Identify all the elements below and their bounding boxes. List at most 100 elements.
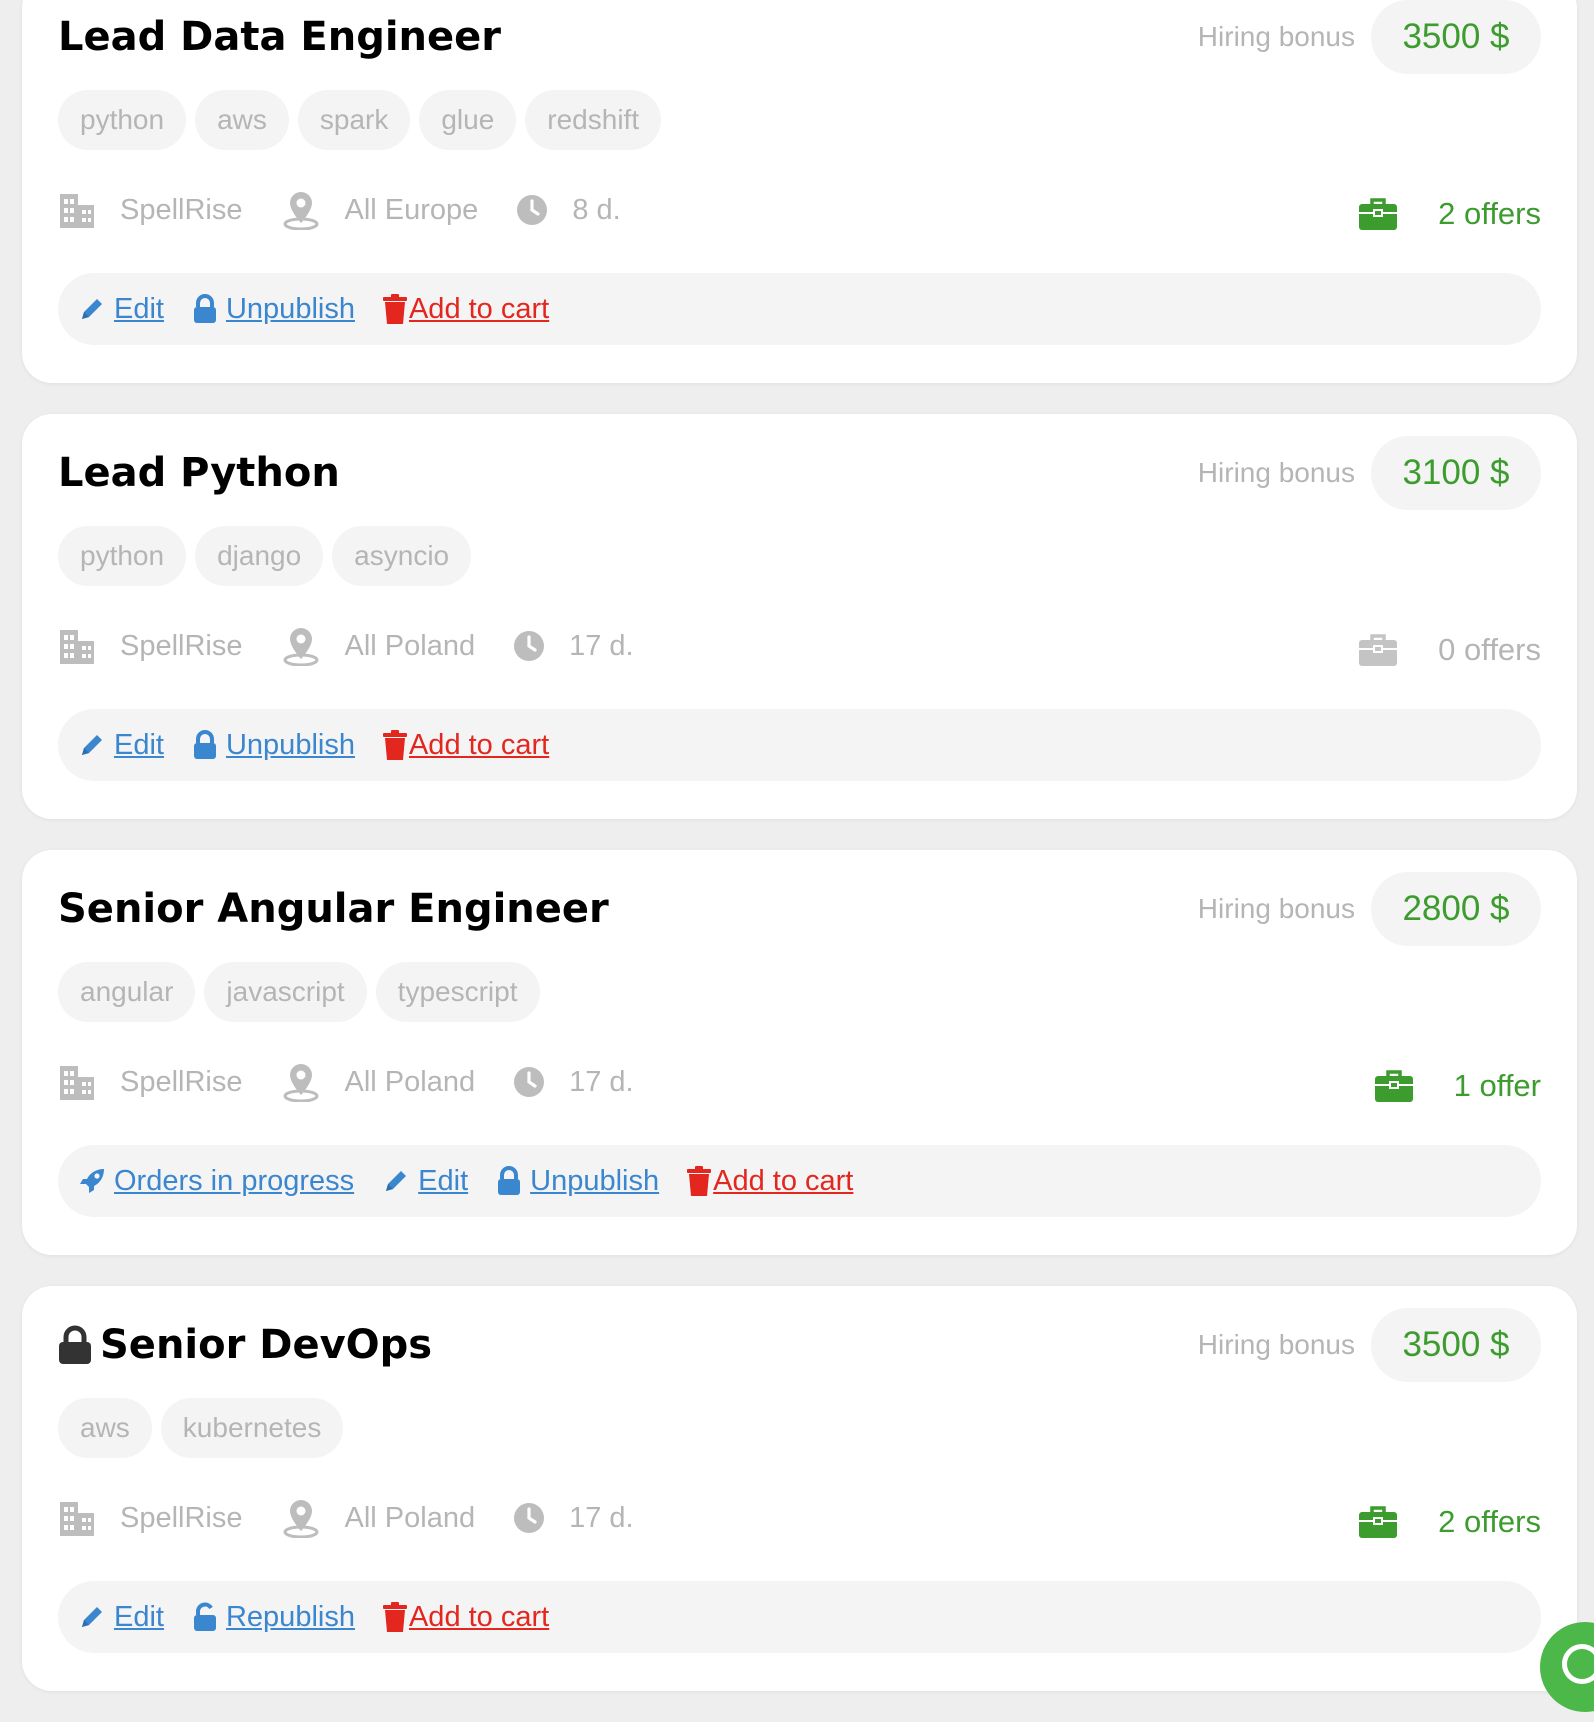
building-icon [58, 1499, 108, 1537]
trash-icon [687, 1166, 712, 1196]
offers-count[interactable]: 2 offers [1358, 196, 1541, 232]
republish-link[interactable]: Republish [192, 1601, 355, 1634]
job-meta: SpellRise All Poland 17 d. [58, 1062, 672, 1102]
map-pin-icon [281, 1062, 333, 1102]
job-title-text[interactable]: Lead Data Engineer [58, 14, 501, 60]
chat-icon [1562, 1644, 1594, 1684]
job-title[interactable]: Senior Angular Engineer [58, 886, 609, 932]
building-icon [58, 1063, 108, 1101]
edit-link[interactable]: Edit [78, 1601, 164, 1634]
briefcase-icon [1374, 1069, 1434, 1103]
offers-count[interactable]: 1 offer [1374, 1068, 1541, 1104]
company-name: SpellRise [120, 1065, 243, 1098]
unpublish-label[interactable]: Unpublish [226, 293, 355, 326]
edit-link[interactable]: Edit [382, 1165, 468, 1198]
lock-icon [496, 1166, 522, 1196]
location: All Poland [281, 1062, 476, 1102]
job-card: Lead Data Engineer Hiring bonus 3500 $ pyth… [22, 0, 1577, 383]
orders-in-progress-link[interactable]: Orders in progress [78, 1165, 354, 1198]
hiring-bonus: Hiring bonus 3500 $ [1198, 0, 1541, 74]
edit-link[interactable]: Edit [78, 293, 164, 326]
job-title-text[interactable]: Senior DevOps [100, 1322, 432, 1368]
edit-link[interactable]: Edit [78, 729, 164, 762]
pencil-icon [78, 1603, 106, 1631]
hiring-bonus-label: Hiring bonus [1197, 893, 1355, 924]
job-actions-bar: Orders in progress Edit Unpublish Add to ca… [58, 1145, 1541, 1217]
unpublish-label[interactable]: Unpublish [226, 729, 355, 762]
company: SpellRise [58, 1499, 243, 1537]
job-title[interactable]: Lead Data Engineer [58, 14, 501, 60]
job-meta: SpellRise All Poland 17 d. [58, 626, 672, 666]
hiring-bonus: Hiring bonus 3500 $ [1198, 1308, 1541, 1382]
briefcase-icon [1358, 197, 1418, 231]
skill-tag: kubernetes [160, 1398, 344, 1458]
job-title[interactable]: Lead Python [58, 450, 340, 496]
unpublish-link[interactable]: Unpublish [192, 729, 355, 762]
clock-icon [513, 1066, 557, 1098]
hiring-bonus-label: Hiring bonus [1197, 21, 1355, 52]
add-to-cart-link[interactable]: Add to cart [382, 1601, 549, 1634]
skill-tag: python [58, 526, 187, 586]
hiring-bonus-amount: 3100 $ [1371, 436, 1541, 510]
posted-age: 17 d. [513, 630, 634, 663]
posted-age: 17 d. [513, 1502, 634, 1535]
unlock-icon [192, 1602, 218, 1632]
posted-age-text: 17 d. [569, 1065, 634, 1098]
job-actions-bar: Edit Unpublish Add to cart [58, 273, 1541, 345]
orders-in-progress-label[interactable]: Orders in progress [114, 1165, 354, 1198]
building-icon [58, 627, 108, 665]
add-to-cart-label[interactable]: Add to cart [409, 1601, 549, 1634]
add-to-cart-label[interactable]: Add to cart [713, 1165, 853, 1198]
hiring-bonus: Hiring bonus 3100 $ [1198, 436, 1541, 510]
unpublish-link[interactable]: Unpublish [496, 1165, 659, 1198]
hiring-bonus-label: Hiring bonus [1197, 457, 1355, 488]
job-title[interactable]: Senior DevOps [58, 1322, 432, 1368]
location-text: All Europe [344, 193, 479, 226]
skill-tag: django [195, 526, 324, 586]
rocket-icon [78, 1167, 106, 1195]
job-title-text[interactable]: Lead Python [58, 450, 340, 496]
add-to-cart-link[interactable]: Add to cart [687, 1165, 853, 1198]
company-name: SpellRise [120, 193, 243, 226]
republish-label[interactable]: Republish [226, 1601, 355, 1634]
location: All Poland [281, 626, 475, 666]
skill-tags: python aws spark glue redshift [58, 90, 670, 150]
offers-text[interactable]: 0 offers [1438, 632, 1541, 668]
location-text: All Poland [344, 1065, 476, 1098]
building-icon [58, 191, 108, 229]
hiring-bonus: Hiring bonus 2800 $ [1198, 872, 1541, 946]
add-to-cart-link[interactable]: Add to cart [382, 729, 549, 762]
skill-tag: angular [58, 962, 196, 1022]
edit-label[interactable]: Edit [114, 729, 164, 762]
briefcase-icon [1358, 633, 1418, 667]
trash-icon [382, 1602, 407, 1632]
pencil-icon [78, 295, 106, 323]
edit-label[interactable]: Edit [418, 1165, 468, 1198]
job-title-text[interactable]: Senior Angular Engineer [58, 886, 609, 932]
job-meta: SpellRise All Europe 8 d. [58, 190, 659, 230]
job-card: Senior Angular Engineer Hiring bonus 2800 … [22, 850, 1577, 1255]
edit-label[interactable]: Edit [114, 293, 164, 326]
add-to-cart-link[interactable]: Add to cart [382, 293, 549, 326]
pencil-icon [78, 731, 106, 759]
posted-age: 17 d. [513, 1066, 634, 1099]
edit-label[interactable]: Edit [114, 1601, 164, 1634]
company-name: SpellRise [120, 1501, 243, 1534]
offers-text[interactable]: 1 offer [1454, 1068, 1541, 1104]
unpublish-label[interactable]: Unpublish [530, 1165, 659, 1198]
posted-age-text: 17 d. [569, 1501, 634, 1534]
location: All Europe [281, 190, 479, 230]
map-pin-icon [281, 626, 333, 666]
offers-text[interactable]: 2 offers [1438, 1504, 1541, 1540]
offers-text[interactable]: 2 offers [1438, 196, 1541, 232]
posted-age-text: 8 d. [572, 193, 621, 226]
unpublish-link[interactable]: Unpublish [192, 293, 355, 326]
company: SpellRise [58, 1063, 243, 1101]
job-list: Lead Data Engineer Hiring bonus 3500 $ pyth… [22, 0, 1577, 1722]
add-to-cart-label[interactable]: Add to cart [409, 729, 549, 762]
lock-icon [58, 1325, 92, 1365]
offers-count[interactable]: 2 offers [1358, 1504, 1541, 1540]
skill-tag: spark [297, 90, 411, 150]
add-to-cart-label[interactable]: Add to cart [409, 293, 549, 326]
offers-count[interactable]: 0 offers [1358, 632, 1541, 668]
